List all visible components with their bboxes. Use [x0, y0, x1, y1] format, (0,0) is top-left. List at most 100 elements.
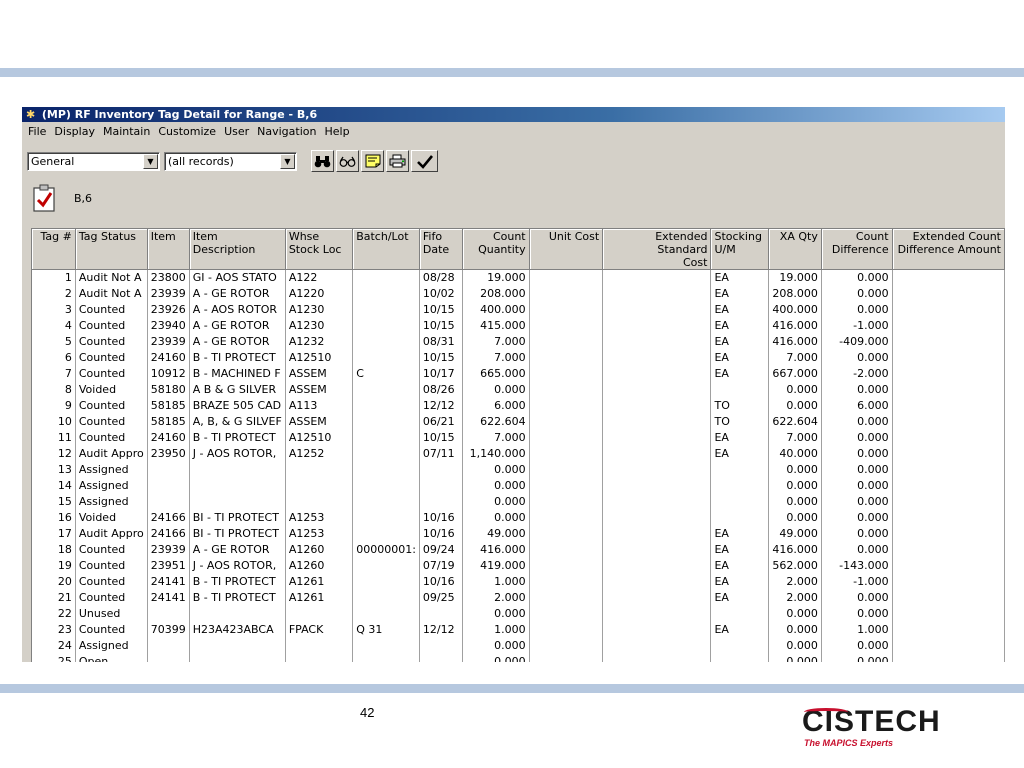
cell-item[interactable] — [147, 478, 190, 494]
cell-stocking-um[interactable] — [710, 462, 770, 478]
cell-tag-num[interactable]: 8 — [32, 382, 76, 398]
cell-fifo-date[interactable] — [419, 654, 463, 662]
cell-xa-qty[interactable]: 49.000 — [768, 526, 822, 542]
table-row[interactable]: 16 Voided 24166 BI - TI PROTECT A1253 10/16 0.… — [32, 510, 1005, 526]
cell-count-quantity[interactable]: 419.000 — [462, 558, 530, 574]
cell-count-quantity[interactable]: 0.000 — [462, 654, 530, 662]
cell-fifo-date[interactable]: 06/21 — [419, 414, 463, 430]
notes-button[interactable] — [361, 150, 384, 172]
cell-tag-num[interactable]: 24 — [32, 638, 76, 654]
cell-batch-lot[interactable] — [352, 654, 420, 662]
accept-button[interactable] — [411, 150, 438, 172]
cell-tag-status[interactable]: Counted — [75, 558, 148, 574]
cell-item-description[interactable] — [189, 494, 286, 510]
cell-count-difference[interactable]: 0.000 — [821, 606, 893, 622]
cell-count-difference[interactable]: 0.000 — [821, 478, 893, 494]
cell-fifo-date[interactable]: 12/12 — [419, 622, 463, 638]
cell-tag-status[interactable]: Assigned — [75, 638, 148, 654]
cell-extended-standard-cost[interactable] — [602, 318, 712, 334]
cell-unit-cost[interactable] — [529, 558, 604, 574]
title-bar[interactable]: ✱ (MP) RF Inventory Tag Detail for Range… — [22, 107, 1005, 122]
cell-item[interactable]: 23950 — [147, 446, 190, 462]
view-button[interactable] — [336, 150, 359, 172]
cell-extended-count-difference-amount[interactable] — [892, 398, 1005, 414]
cell-item[interactable]: 58185 — [147, 414, 190, 430]
cell-item-description[interactable]: BI - TI PROTECT — [189, 510, 286, 526]
cell-fifo-date[interactable]: 10/17 — [419, 366, 463, 382]
cell-extended-standard-cost[interactable] — [602, 430, 712, 446]
cell-extended-standard-cost[interactable] — [602, 286, 712, 302]
cell-count-difference[interactable]: 0.000 — [821, 302, 893, 318]
cell-extended-standard-cost[interactable] — [602, 494, 712, 510]
cell-xa-qty[interactable]: 7.000 — [768, 430, 822, 446]
cell-stocking-um[interactable] — [710, 510, 770, 526]
cell-tag-status[interactable]: Counted — [75, 334, 148, 350]
cell-extended-count-difference-amount[interactable] — [892, 622, 1005, 638]
cell-extended-count-difference-amount[interactable] — [892, 510, 1005, 526]
cell-unit-cost[interactable] — [529, 366, 604, 382]
cell-extended-count-difference-amount[interactable] — [892, 286, 1005, 302]
cell-unit-cost[interactable] — [529, 478, 604, 494]
cell-whse-stock-loc[interactable]: A1220 — [285, 286, 354, 302]
cell-fifo-date[interactable] — [419, 462, 463, 478]
cell-extended-standard-cost[interactable] — [602, 510, 712, 526]
cell-item-description[interactable] — [189, 654, 286, 662]
cell-count-quantity[interactable]: 0.000 — [462, 382, 530, 398]
cell-batch-lot[interactable] — [352, 494, 420, 510]
cell-fifo-date[interactable] — [419, 478, 463, 494]
cell-batch-lot[interactable] — [352, 526, 420, 542]
cell-tag-num[interactable]: 4 — [32, 318, 76, 334]
cell-count-quantity[interactable]: 622.604 — [462, 414, 530, 430]
cell-fifo-date[interactable]: 10/15 — [419, 318, 463, 334]
cell-unit-cost[interactable] — [529, 606, 604, 622]
cell-tag-status[interactable]: Counted — [75, 622, 148, 638]
cell-item-description[interactable]: A - AOS ROTOR — [189, 302, 286, 318]
cell-tag-status[interactable]: Open — [75, 654, 148, 662]
cell-count-quantity[interactable]: 19.000 — [462, 269, 530, 286]
cell-tag-num[interactable]: 19 — [32, 558, 76, 574]
cell-extended-standard-cost[interactable] — [602, 334, 712, 350]
cell-tag-num[interactable]: 1 — [32, 269, 76, 286]
cell-tag-status[interactable]: Voided — [75, 382, 148, 398]
cell-count-quantity[interactable]: 0.000 — [462, 638, 530, 654]
cell-tag-status[interactable]: Counted — [75, 398, 148, 414]
cell-batch-lot[interactable] — [352, 414, 420, 430]
cell-count-difference[interactable]: 0.000 — [821, 526, 893, 542]
table-row[interactable]: 18 Counted 23939 A - GE ROTOR A1260 00000001:… — [32, 542, 1005, 558]
cell-unit-cost[interactable] — [529, 622, 604, 638]
column-header-batch-lot[interactable]: Batch/Lot — [352, 229, 420, 270]
cell-stocking-um[interactable] — [710, 654, 770, 662]
cell-extended-standard-cost[interactable] — [602, 542, 712, 558]
table-row[interactable]: 1 Audit Not A 23800 GI - AOS STATO A122 08/28… — [32, 269, 1005, 286]
cell-item-description[interactable]: B - TI PROTECT — [189, 590, 286, 606]
cell-fifo-date[interactable]: 08/31 — [419, 334, 463, 350]
cell-extended-count-difference-amount[interactable] — [892, 366, 1005, 382]
cell-item[interactable] — [147, 494, 190, 510]
cell-count-difference[interactable]: -143.000 — [821, 558, 893, 574]
cell-item[interactable]: 24166 — [147, 510, 190, 526]
column-header-tag-num[interactable]: Tag # — [32, 229, 76, 270]
column-header-fifo-date[interactable]: Fifo Date — [419, 229, 463, 270]
column-header-extended-standard-cost[interactable]: Extended Standard Cost — [602, 229, 712, 270]
cell-xa-qty[interactable]: 40.000 — [768, 446, 822, 462]
cell-extended-standard-cost[interactable] — [602, 269, 712, 286]
cell-extended-standard-cost[interactable] — [602, 398, 712, 414]
cell-item-description[interactable]: B - TI PROTECT — [189, 574, 286, 590]
cell-xa-qty[interactable]: 667.000 — [768, 366, 822, 382]
cell-item-description[interactable]: BI - TI PROTECT — [189, 526, 286, 542]
cell-tag-num[interactable]: 5 — [32, 334, 76, 350]
cell-tag-num[interactable]: 3 — [32, 302, 76, 318]
cell-item[interactable]: 23939 — [147, 286, 190, 302]
filter-select[interactable]: (all records) ▼ — [164, 151, 297, 171]
cell-tag-status[interactable]: Counted — [75, 590, 148, 606]
cell-batch-lot[interactable] — [352, 318, 420, 334]
menu-navigation[interactable]: Navigation — [253, 122, 320, 142]
cell-extended-standard-cost[interactable] — [602, 478, 712, 494]
cell-whse-stock-loc[interactable]: A1260 — [285, 558, 354, 574]
cell-whse-stock-loc[interactable] — [285, 478, 354, 494]
cell-fifo-date[interactable]: 08/28 — [419, 269, 463, 286]
cell-tag-status[interactable]: Counted — [75, 574, 148, 590]
cell-batch-lot[interactable] — [352, 590, 420, 606]
cell-stocking-um[interactable]: EA — [710, 286, 770, 302]
cell-item[interactable]: 24141 — [147, 590, 190, 606]
